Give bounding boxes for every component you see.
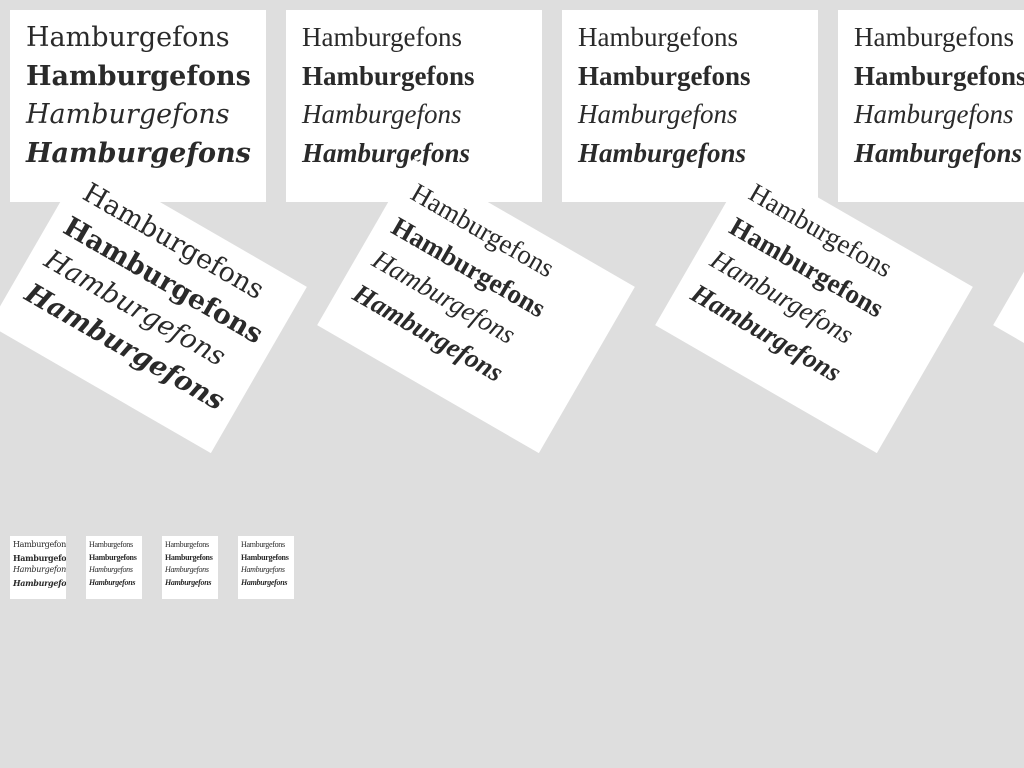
sample-regular: Hamburgefons <box>89 540 133 549</box>
sample-italic: Hamburgefons <box>13 565 66 574</box>
sample-italic: Hamburgefons <box>165 565 209 574</box>
sample-bold-italic: Hamburgefons <box>1019 279 1024 432</box>
rotated-specimen-card-4: Hamburgefons Hamburgefons Hamburgefons H… <box>993 158 1024 454</box>
sample-italic: Hamburgefons <box>241 565 285 574</box>
sample-bold: Hamburgefons <box>302 60 475 91</box>
sample-regular: Hamburgefons <box>578 22 738 52</box>
sample-bold: Hamburgefons <box>26 60 251 92</box>
sample-bold-italic: Hamburgefons <box>854 137 1023 168</box>
specimen-card-3: Hamburgefons Hamburgefons Hamburgefons H… <box>562 10 818 202</box>
sample-bold: Hamburgefons <box>578 60 751 91</box>
sample-bold-italic: Hamburgefons <box>578 137 747 168</box>
sample-regular: Hamburgefons <box>302 22 462 52</box>
sample-regular: Hamburgefons <box>854 22 1014 52</box>
sample-italic: Hamburgefons <box>26 99 230 130</box>
specimen-card-1: Hamburgefons Hamburgefons Hamburgefons H… <box>10 10 266 202</box>
sample-regular: Hamburgefons <box>26 22 230 53</box>
sample-bold-italic: Hamburgefons <box>26 137 251 169</box>
sample-bold-italic: Hamburgefons <box>241 577 288 587</box>
sample-regular: Hamburgefons <box>13 540 66 549</box>
sample-bold: Hamburgefons <box>854 60 1024 91</box>
sample-bold-italic: Hamburgefons <box>165 577 212 587</box>
sample-italic: Hamburgefons <box>302 99 462 129</box>
sample-bold-italic: Hamburgefons <box>89 577 136 587</box>
sample-bold-italic: Hamburgefons <box>13 577 66 588</box>
thumbnail-card-2: Hamburgefons Hamburgefons Hamburgefons H… <box>86 536 142 599</box>
thumbnail-card-1: Hamburgefons Hamburgefons Hamburgefons H… <box>10 536 66 599</box>
thumbnail-card-3: Hamburgefons Hamburgefons Hamburgefons H… <box>162 536 218 599</box>
sample-italic: Hamburgefons <box>89 565 133 574</box>
sample-regular: Hamburgefons <box>165 540 209 549</box>
thumbnail-card-4: Hamburgefons Hamburgefons Hamburgefons H… <box>238 536 294 599</box>
sample-italic: Hamburgefons <box>854 99 1014 129</box>
rotated-specimen-card-3: Hamburgefons Hamburgefons Hamburgefons H… <box>655 158 973 454</box>
rotated-specimen-card-2: Hamburgefons Hamburgefons Hamburgefons H… <box>317 158 635 454</box>
rotated-specimen-card-1: Hamburgefons Hamburgefons Hamburgefons H… <box>0 158 307 454</box>
specimen-card-4: Hamburgefons Hamburgefons Hamburgefons H… <box>838 10 1024 202</box>
sample-italic: Hamburgefons <box>578 99 738 129</box>
sample-regular: Hamburgefons <box>241 540 285 549</box>
